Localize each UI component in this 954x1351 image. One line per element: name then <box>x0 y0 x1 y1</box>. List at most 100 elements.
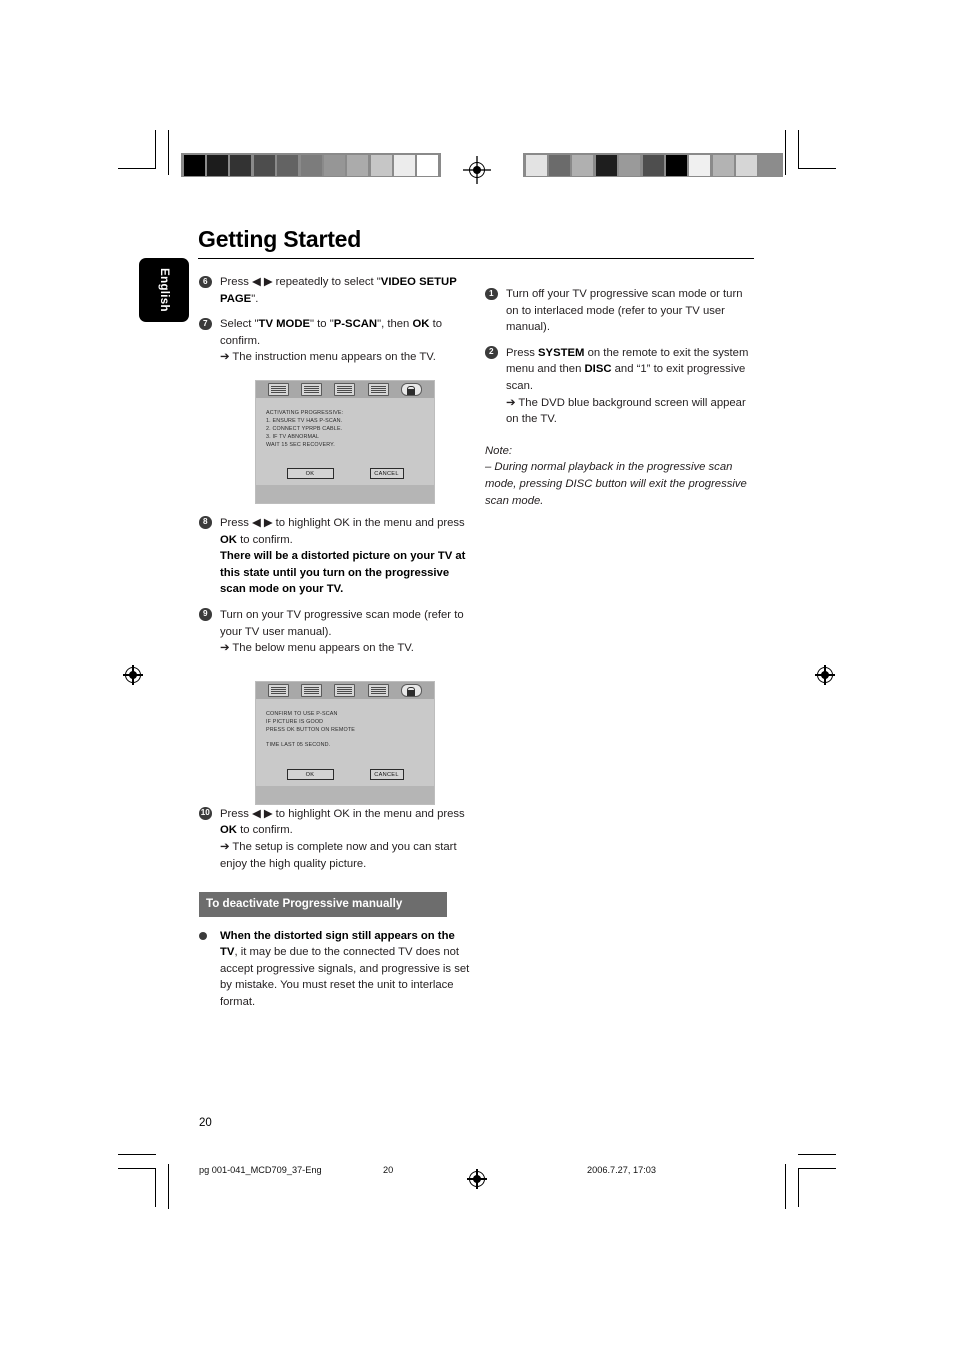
gray-swatch-9 <box>394 154 416 176</box>
section-heading-bar: To deactivate Progressive manually <box>199 892 447 917</box>
osd-icon-bar <box>256 381 434 398</box>
lock-icon[interactable] <box>400 383 422 396</box>
step-item: 7 Select "TV MODE" to "P-SCAN", then OK t… <box>199 316 471 366</box>
step-result-line: ➔ The DVD blue background screen will ap… <box>506 396 746 426</box>
grayscale-bar-right <box>523 153 784 177</box>
registration-mark-left <box>120 662 146 688</box>
osd-screenshot-confirm-pscan: CONFIRM TO USE P-SCAN IF PICTURE IS GOOD P… <box>255 681 435 805</box>
preference-icon-glyph <box>370 386 386 393</box>
audio-icon[interactable] <box>301 684 323 697</box>
audio-icon-glyph <box>304 687 320 694</box>
osd-footer-band <box>256 485 434 503</box>
osd-cancel-button[interactable]: CANCEL <box>369 769 404 780</box>
footer-timestamp: 2006.7.27, 17:03 <box>587 1165 656 1175</box>
manual-page: Getting Started English 6 Press ◀ ▶ repea… <box>0 0 954 1351</box>
step-text: Press ◀ ▶ to highlight OK in the menu an… <box>220 806 471 872</box>
gray-swatch-1 <box>207 154 229 176</box>
step-item: 1 Turn off your TV progressive scan mode … <box>485 286 757 336</box>
note-heading: Note: <box>485 444 513 457</box>
gray-swatch-0 <box>525 154 547 176</box>
grayscale-bar-left <box>181 153 442 177</box>
gray-swatch-2 <box>230 154 252 176</box>
step-text: Select "TV MODE" to "P-SCAN", then OK to… <box>220 316 471 366</box>
step-number-badge: 1 <box>485 287 498 300</box>
step-text: Press ◀ ▶ repeatedly to select "VIDEO SE… <box>220 276 457 305</box>
osd-ok-button[interactable]: OK <box>286 468 334 479</box>
step-emphasis-text: There will be a distorted picture on you… <box>220 550 466 596</box>
step-number-badge: 2 <box>485 346 498 359</box>
osd-text-line: PRESS OK BUTTON ON REMOTE <box>266 727 356 734</box>
gray-swatch-2 <box>572 154 594 176</box>
registration-mark-top <box>463 156 491 184</box>
step-item: 2 Press SYSTEM on the remote to exit the … <box>485 345 757 428</box>
video-icon[interactable] <box>334 684 356 697</box>
crop-mark-bottom-right-v <box>798 1168 800 1207</box>
osd-text-line: IF PICTURE IS GOOD <box>266 719 324 726</box>
osd-ok-button[interactable]: OK <box>286 769 334 780</box>
crop-mark-top-left-v <box>155 130 157 169</box>
tv-icon[interactable] <box>268 383 290 396</box>
page-title: Getting Started <box>198 226 362 252</box>
step-text: Press SYSTEM on the remote to exit the s… <box>506 345 757 428</box>
tv-icon-glyph <box>271 687 287 694</box>
audio-icon[interactable] <box>301 383 323 396</box>
gray-swatch-5 <box>642 154 664 176</box>
gray-swatch-4 <box>619 154 641 176</box>
language-tab-label: English <box>158 268 170 312</box>
step-text: Turn on your TV progressive scan mode (r… <box>220 607 471 657</box>
step-number-badge: 9 <box>199 608 212 621</box>
audio-icon-glyph <box>304 386 320 393</box>
bullet-item: When the distorted sign still appears on… <box>199 928 471 1011</box>
crop-mark-bottom-right-inner <box>785 1164 787 1209</box>
step-text: Turn off your TV progressive scan mode o… <box>506 288 743 334</box>
gray-swatch-1 <box>549 154 571 176</box>
lock-icon-glyph <box>404 386 419 393</box>
osd-screenshot-activating-progressive: ACTIVATING PROGRESSIVE: 1. ENSURE TV HAS … <box>255 380 435 504</box>
crop-mark-bottom-right-h2 <box>798 1168 836 1170</box>
step-item: 6 Press ◀ ▶ repeatedly to select "VIDEO S… <box>199 274 471 307</box>
gray-swatch-4 <box>277 154 299 176</box>
video-icon-glyph <box>337 687 353 694</box>
gray-swatch-3 <box>253 154 275 176</box>
gray-swatch-5 <box>300 154 322 176</box>
step-result-line: ➔ The instruction menu appears on the TV… <box>220 351 436 364</box>
preference-icon[interactable] <box>367 383 389 396</box>
gray-swatch-6 <box>665 154 687 176</box>
crop-mark-top-right-v <box>798 130 800 169</box>
preference-icon[interactable] <box>367 684 389 697</box>
footer-page-ref: 20 <box>383 1165 394 1175</box>
footer-file-label: pg 001-041_MCD709_37-Eng <box>199 1165 322 1175</box>
gray-swatch-7 <box>347 154 369 176</box>
tv-icon-glyph <box>271 386 287 393</box>
note-body: – During normal playback in the progress… <box>485 461 747 507</box>
lock-icon[interactable] <box>400 684 422 697</box>
osd-text-line: CONFIRM TO USE P-SCAN <box>266 711 338 717</box>
crop-mark-bottom-left-v <box>155 1168 157 1207</box>
gray-swatch-3 <box>595 154 617 176</box>
crop-mark-top-left-h <box>118 168 156 170</box>
crop-mark-bottom-left-h <box>118 1154 156 1156</box>
gray-swatch-9 <box>736 154 758 176</box>
osd-icon-bar <box>256 682 434 699</box>
gray-swatch-10 <box>759 154 781 176</box>
gray-swatch-10 <box>417 154 439 176</box>
step-number-badge: 10 <box>199 807 212 820</box>
crop-mark-bottom-right-h <box>798 1154 836 1156</box>
language-tab: English <box>139 258 189 322</box>
bullet-text: When the distorted sign still appears on… <box>220 929 470 1009</box>
crop-mark-bottom-left-h2 <box>118 1168 156 1170</box>
osd-text-line: 2. CONNECT YPRPB CABLE. <box>266 426 343 433</box>
crop-mark-top-left-inner <box>168 130 170 175</box>
tv-icon[interactable] <box>268 684 290 697</box>
video-icon-glyph <box>337 386 353 393</box>
osd-cancel-button[interactable]: CANCEL <box>369 468 404 479</box>
osd-message-text: ACTIVATING PROGRESSIVE: 1. ENSURE TV HAS … <box>256 398 434 449</box>
osd-button-row: OK CANCEL <box>256 468 434 479</box>
step-number-badge: 8 <box>199 516 212 529</box>
gray-swatch-6 <box>323 154 345 176</box>
osd-text-line: 3. IF TV ABNORMAL <box>266 434 320 441</box>
osd-text-line: TIME LAST 05 SECOND. <box>266 742 331 749</box>
registration-mark-right <box>812 662 838 688</box>
video-icon[interactable] <box>334 383 356 396</box>
step-number-badge: 6 <box>199 275 212 288</box>
